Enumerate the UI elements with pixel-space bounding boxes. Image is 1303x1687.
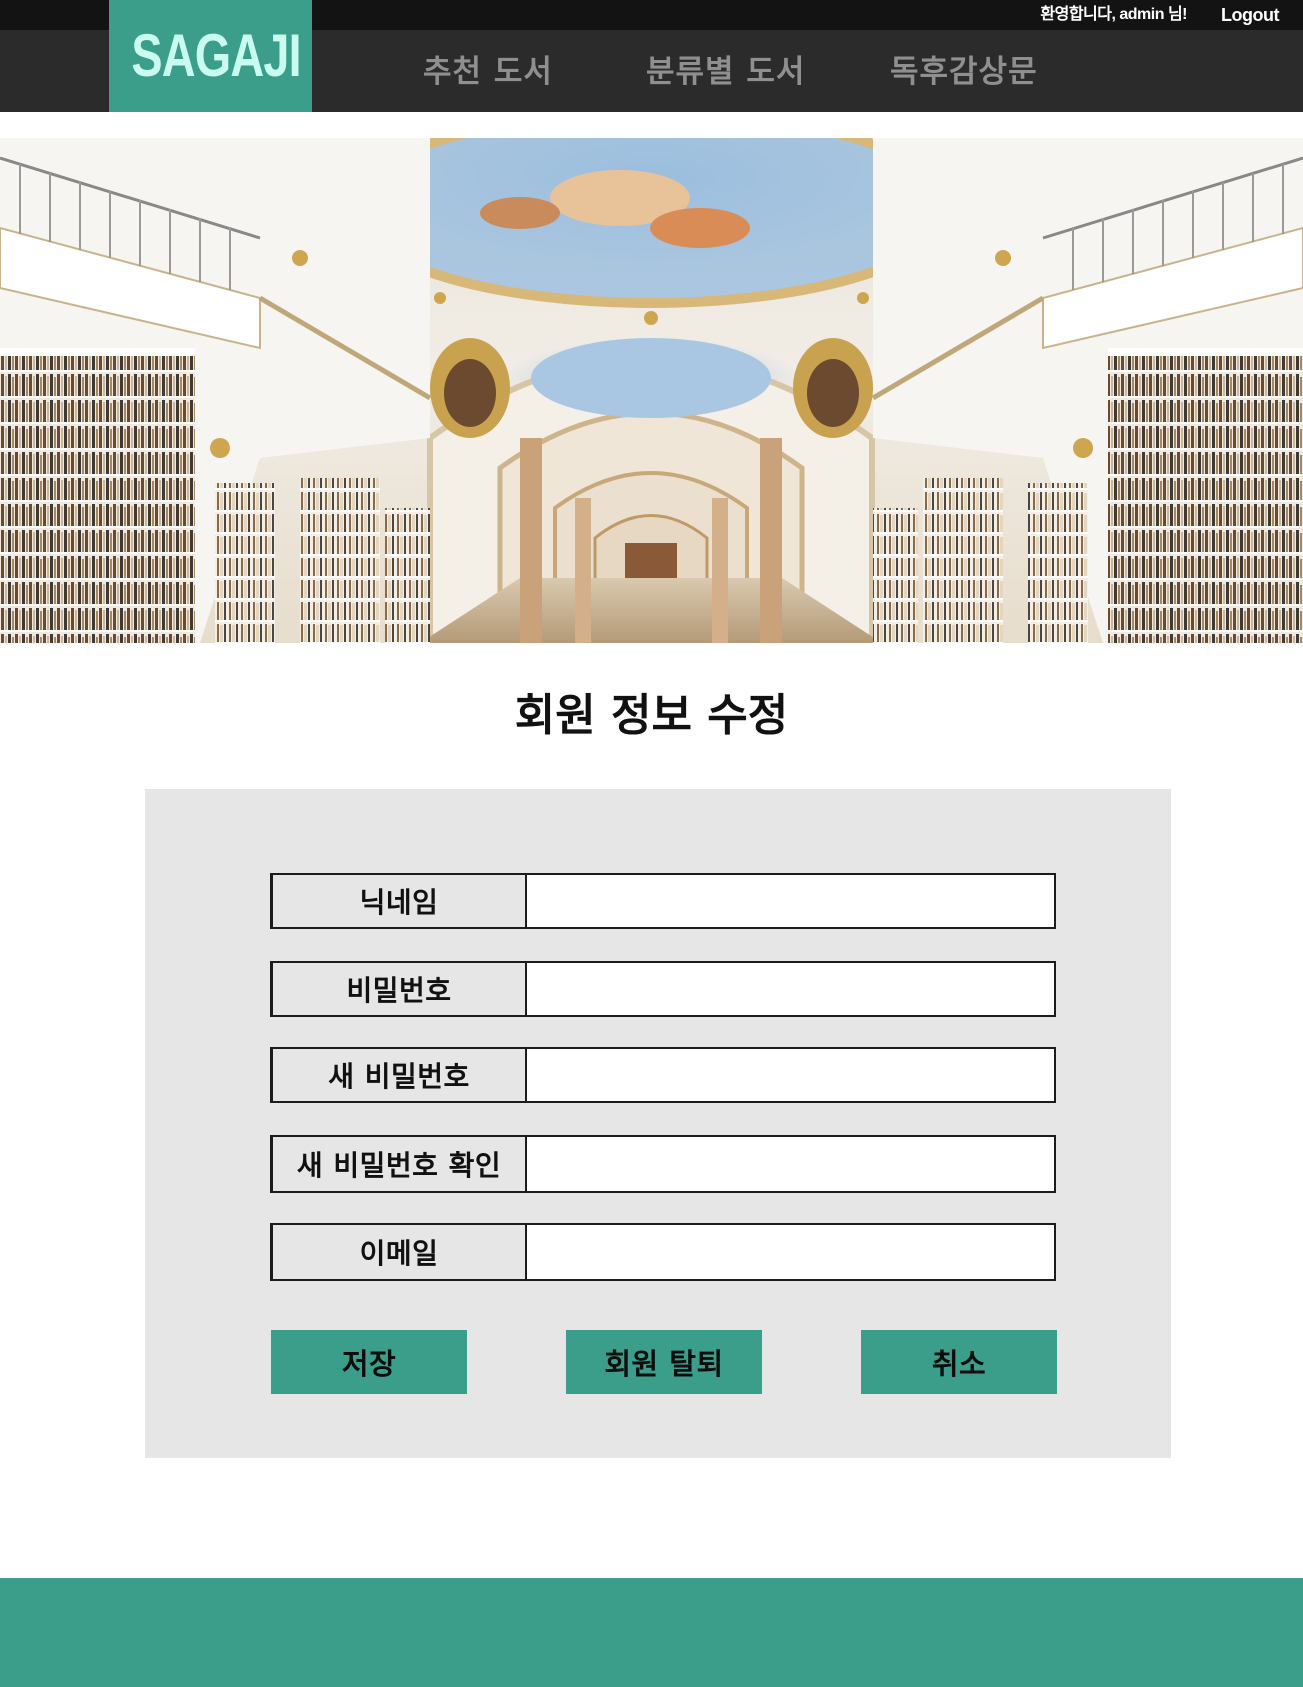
nav-item-book-reviews[interactable]: 독후감상문 bbox=[890, 50, 1038, 94]
withdraw-membership-button[interactable]: 회원 탈퇴 bbox=[566, 1330, 762, 1394]
profile-edit-form: 닉네임 비밀번호 새 비밀번호 새 비밀번호 확인 이메일 저장 회원 탈퇴 취… bbox=[145, 789, 1171, 1458]
nav-item-books-by-category[interactable]: 분류별 도서 bbox=[646, 50, 805, 94]
logo[interactable]: SAGAJI bbox=[109, 0, 312, 112]
email-row: 이메일 bbox=[270, 1223, 1056, 1281]
nav-item-recommended-books[interactable]: 추천 도서 bbox=[423, 50, 553, 94]
email-label: 이메일 bbox=[273, 1225, 527, 1279]
save-button[interactable]: 저장 bbox=[271, 1330, 467, 1394]
password-label: 비밀번호 bbox=[273, 963, 527, 1015]
welcome-message: 환영합니다, admin 님! bbox=[1040, 6, 1187, 23]
footer bbox=[0, 1578, 1303, 1687]
confirm-new-password-label: 새 비밀번호 확인 bbox=[273, 1137, 527, 1191]
cancel-button[interactable]: 취소 bbox=[861, 1330, 1057, 1394]
nickname-field[interactable] bbox=[529, 875, 1054, 927]
new-password-field[interactable] bbox=[529, 1049, 1054, 1101]
hero-banner-image bbox=[0, 138, 1303, 643]
email-field[interactable] bbox=[529, 1225, 1054, 1279]
logout-link[interactable]: Logout bbox=[1221, 4, 1279, 26]
new-password-row: 새 비밀번호 bbox=[270, 1047, 1056, 1103]
confirm-new-password-field[interactable] bbox=[529, 1137, 1054, 1191]
new-password-label: 새 비밀번호 bbox=[273, 1049, 527, 1101]
password-field[interactable] bbox=[529, 963, 1054, 1015]
confirm-new-password-row: 새 비밀번호 확인 bbox=[270, 1135, 1056, 1193]
nickname-label: 닉네임 bbox=[273, 875, 527, 927]
logo-text: SAGAJI bbox=[131, 22, 301, 89]
page-title: 회원 정보 수정 bbox=[514, 690, 789, 741]
library-hall-illustration bbox=[0, 138, 1303, 643]
nickname-row: 닉네임 bbox=[270, 873, 1056, 929]
password-row: 비밀번호 bbox=[270, 961, 1056, 1017]
